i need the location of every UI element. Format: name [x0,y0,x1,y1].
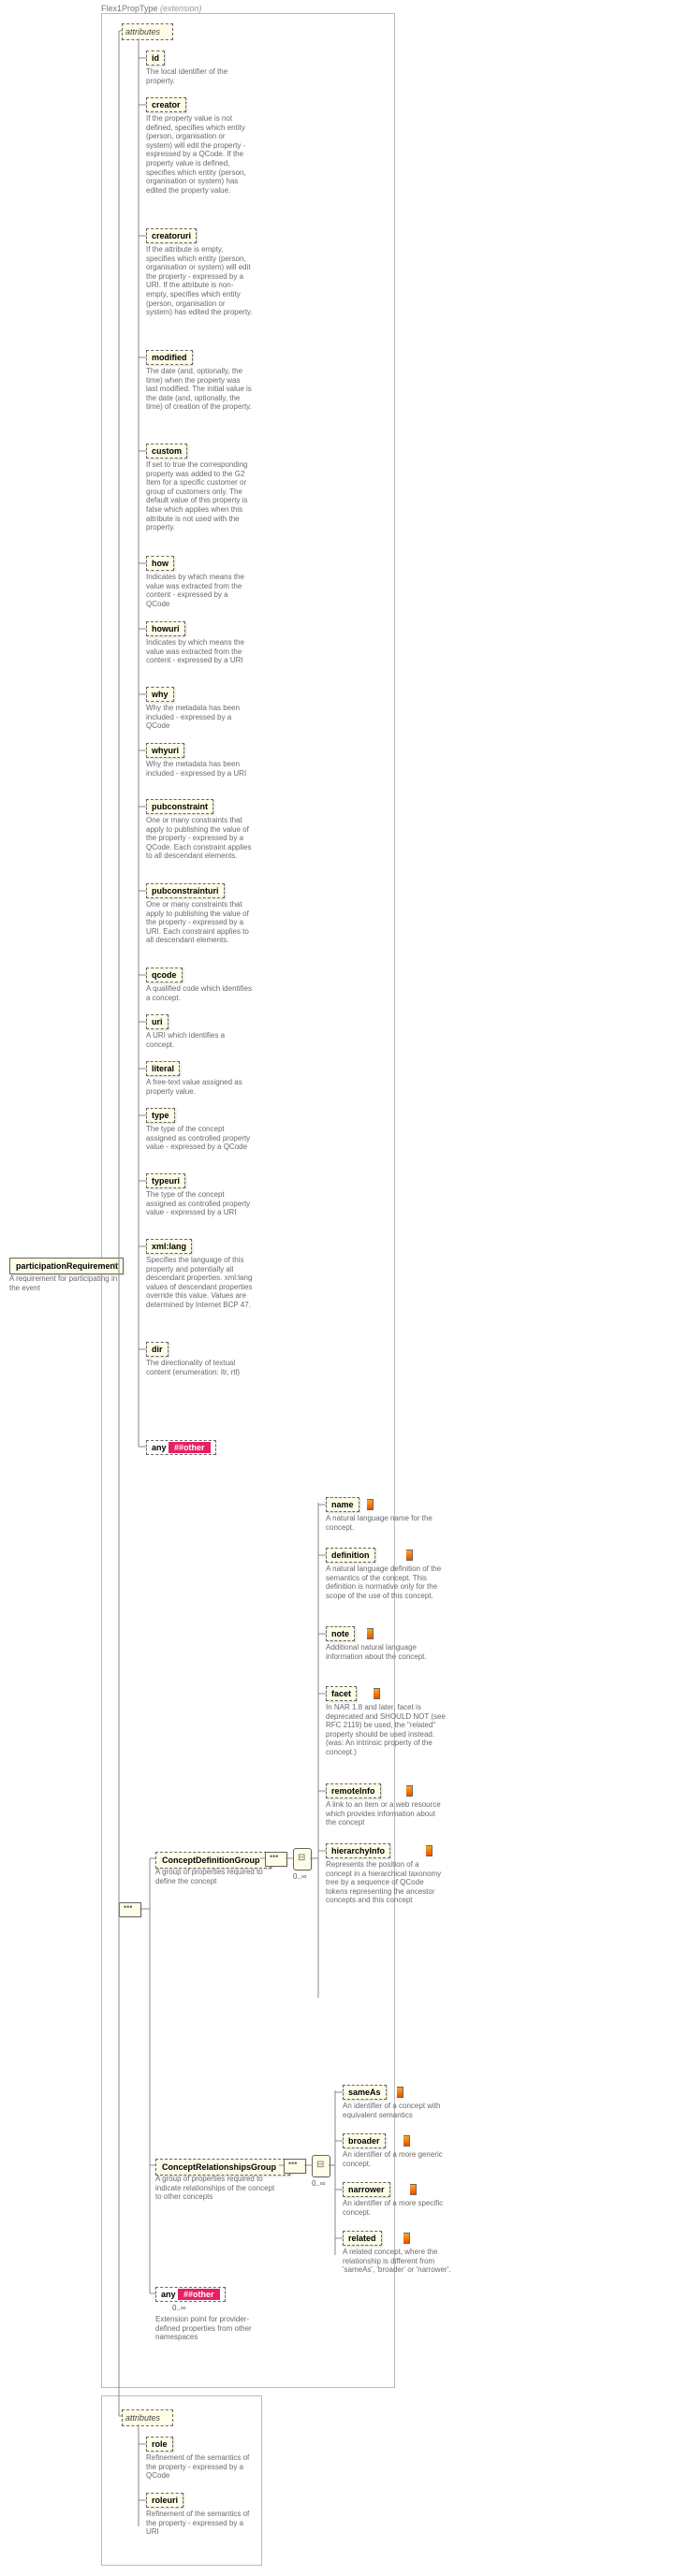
crg-desc-sameAs: An identifier of a concept with equivale… [343,2102,462,2119]
any-other-box: any ##other [155,2287,226,2302]
crg-group: ConceptRelationshipsGroup [155,2159,290,2176]
crg-desc-broader: An identifier of a more generic concept. [343,2150,462,2168]
cdg-desc-hierarchyInfo: Represents the position of a concept in … [326,1860,446,1905]
attr-desc-pubconstrainturi: One or many constraints that apply to pu… [146,900,253,945]
crg-narrower: narrower [343,2182,390,2197]
attr-qcode: qcode [146,968,183,982]
attr-desc-how: Indicates by which means the value was e… [146,573,253,608]
attr2-roleuri: roleuri [146,2493,183,2508]
attr-typeuri: typeuri [146,1173,185,1188]
attr2-desc-role: Refinement of the semantics of the prope… [146,2453,253,2481]
attr-desc-typeuri: The type of the concept assigned as cont… [146,1190,253,1217]
expand-name[interactable] [367,1499,374,1510]
attrs-box-1: attributes [122,23,173,40]
attr2-desc-roleuri: Refinement of the semantics of the prope… [146,2510,253,2537]
root-seq [119,1902,141,1917]
attr-desc-uri: A URI which identifies a concept. [146,1031,253,1049]
expand-definition[interactable] [406,1550,413,1561]
attr-type: type [146,1108,175,1123]
attr-desc-pubconstraint: One or many constraints that apply to pu… [146,816,253,861]
cdg-hierarchyInfo: hierarchyInfo [326,1843,390,1858]
attr-custom: custom [146,444,187,458]
attr-desc-creatoruri: If the attribute is empty, specifies whi… [146,245,253,317]
attrs-any-box: any ##other [146,1440,216,1455]
expand-facet[interactable] [374,1688,380,1699]
ext-header: Flex1PropType (extension) [101,4,202,13]
crg-broader: broader [343,2133,386,2148]
cdg-group: ConceptDefinitionGroup [155,1852,271,1869]
expand-narrower[interactable] [410,2184,417,2195]
attr-desc-xmllang: Specifies the language of this property … [146,1256,253,1310]
attr-xmllang: xml:lang [146,1239,192,1254]
cdg-card: 0..∞ [293,1872,307,1881]
crg-desc-related: A related concept, where the relationshi… [343,2248,462,2275]
attr-literal: literal [146,1061,180,1076]
cdg-desc: A group of properties required to define… [155,1868,268,1885]
expand-broader[interactable] [403,2135,410,2147]
cdg-desc-facet: In NAR 1.8 and later, facet is deprecate… [326,1703,446,1757]
expand-remoteInfo[interactable] [406,1785,413,1797]
cdg-definition: definition [326,1548,375,1563]
attr-desc-why: Why the metadata has been included - exp… [146,704,253,731]
crg-card: 0..∞ [312,2179,326,2188]
expand-hierarchyInfo[interactable] [426,1845,432,1856]
attr-desc-type: The type of the concept assigned as cont… [146,1125,253,1152]
cdg-facet: facet [326,1686,357,1701]
any-card: 0..∞ [172,2304,186,2312]
crg-sameAs: sameAs [343,2085,387,2100]
attr-creator: creator [146,97,186,112]
crg-desc-narrower: An identifier of a more specific concept… [343,2199,462,2217]
cdg-choice [293,1848,312,1870]
attr-how: how [146,556,174,571]
cdg-remoteInfo: remoteInfo [326,1783,381,1798]
attr-desc-custom: If set to true the corresponding propert… [146,460,253,532]
attr-whyuri: whyuri [146,743,184,758]
attr-id: id [146,51,165,65]
expand-note[interactable] [367,1628,374,1639]
attr-desc-modified: The date (and, optionally, the time) whe… [146,367,253,412]
attr-desc-id: The local identifier of the property. [146,67,253,85]
attr-desc-creator: If the property value is not defined, sp… [146,114,253,195]
expand-related[interactable] [403,2233,410,2244]
attr-uri: uri [146,1014,169,1029]
cdg-desc-note: Additional natural language information … [326,1643,446,1661]
attr-desc-literal: A free-text value assigned as property v… [146,1078,253,1096]
crg-related: related [343,2231,382,2246]
attr-dir: dir [146,1342,169,1357]
crg-seq [284,2159,306,2174]
cdg-note: note [326,1626,355,1641]
crg-choice [312,2155,330,2177]
attr-modified: modified [146,350,193,365]
attr-desc-dir: The directionality of textual content (e… [146,1359,253,1376]
attr-desc-whyuri: Why the metadata has been included - exp… [146,760,253,778]
cdg-name: name [326,1497,359,1512]
attrs-box-2: attributes [122,2409,173,2426]
crg-desc: A group of properties required to indica… [155,2175,283,2202]
attr-pubconstraint: pubconstraint [146,799,213,814]
attr-pubconstrainturi: pubconstrainturi [146,883,225,898]
cdg-seq [265,1852,287,1867]
attr-howuri: howuri [146,621,185,636]
cdg-desc-name: A natural language name for the concept. [326,1514,446,1532]
root-desc: A requirement for participating in the e… [9,1274,120,1292]
attr2-role: role [146,2437,173,2452]
attr-why: why [146,687,174,702]
root-element: participationRequirement [9,1258,124,1274]
attr-desc-howuri: Indicates by which means the value was e… [146,638,253,665]
attr-creatoruri: creatoruri [146,228,197,243]
any-desc: Extension point for provider-defined pro… [155,2315,268,2342]
attr-desc-qcode: A qualified code which identifies a conc… [146,984,253,1002]
cdg-desc-definition: A natural language definition of the sem… [326,1565,446,1600]
cdg-desc-remoteInfo: A link to an item or a web resource whic… [326,1800,446,1827]
expand-sameAs[interactable] [397,2087,403,2098]
